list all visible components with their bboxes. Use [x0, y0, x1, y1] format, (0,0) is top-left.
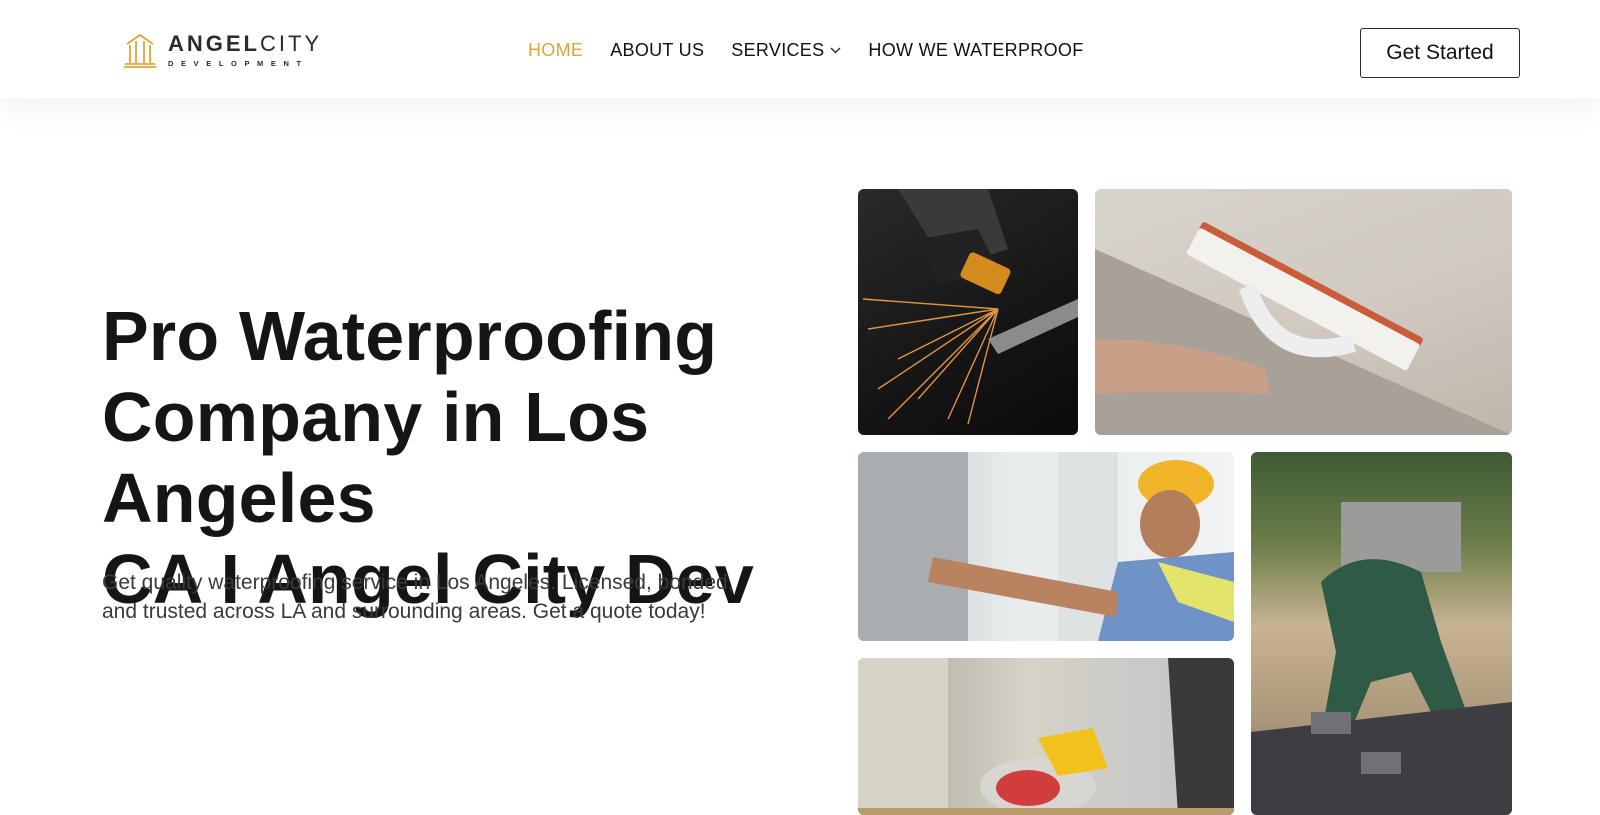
worker-hardhat-installing-panel-photo: [858, 452, 1234, 641]
brand-logo[interactable]: ANGELCITY DEVELOPMENT: [122, 30, 322, 70]
circular-saw-cutting-photo: [858, 658, 1234, 815]
nav-item-services[interactable]: SERVICES: [731, 40, 841, 61]
brand-name-part1: ANGEL: [168, 30, 260, 56]
plaster-trowel-wall-photo: [1095, 189, 1512, 435]
nav-label-services: SERVICES: [731, 40, 825, 60]
nav-label-about-us: ABOUT US: [610, 40, 705, 60]
get-started-button[interactable]: Get Started: [1360, 28, 1520, 78]
brand-name: ANGELCITY: [168, 30, 323, 56]
brand-name-part2: CITY: [260, 30, 323, 56]
hero-description-line: and trusted across LA and surrounding ar…: [102, 599, 706, 623]
building-columns-logo-icon: [124, 33, 156, 68]
nav-item-home[interactable]: HOME: [528, 40, 583, 61]
chevron-down-icon: [830, 47, 841, 54]
nav-item-about-us[interactable]: ABOUT US: [610, 40, 704, 61]
hero-description: Get quality waterproofing service in Los…: [102, 569, 762, 626]
angle-grinder-sparks-photo: [858, 189, 1078, 435]
nav-label-how-we-waterproof: HOW WE WATERPROOF: [868, 40, 1084, 60]
worker-laying-pavers-photo: [1251, 452, 1512, 815]
site-header: ANGELCITY DEVELOPMENT HOME ABOUT US SERV…: [0, 0, 1600, 98]
brand-subtitle: DEVELOPMENT: [168, 58, 309, 68]
main-nav: HOME ABOUT US SERVICES HOW WE WATERPROOF: [528, 40, 1111, 61]
nav-label-home: HOME: [528, 40, 584, 60]
nav-item-how-we-waterproof[interactable]: HOW WE WATERPROOF: [868, 40, 1083, 61]
hero-title-line: Pro Waterproofing: [102, 297, 718, 375]
hero-title-line: Company in Los Angeles: [102, 378, 650, 537]
hero-description-line: Get quality waterproofing service in Los…: [102, 571, 734, 594]
